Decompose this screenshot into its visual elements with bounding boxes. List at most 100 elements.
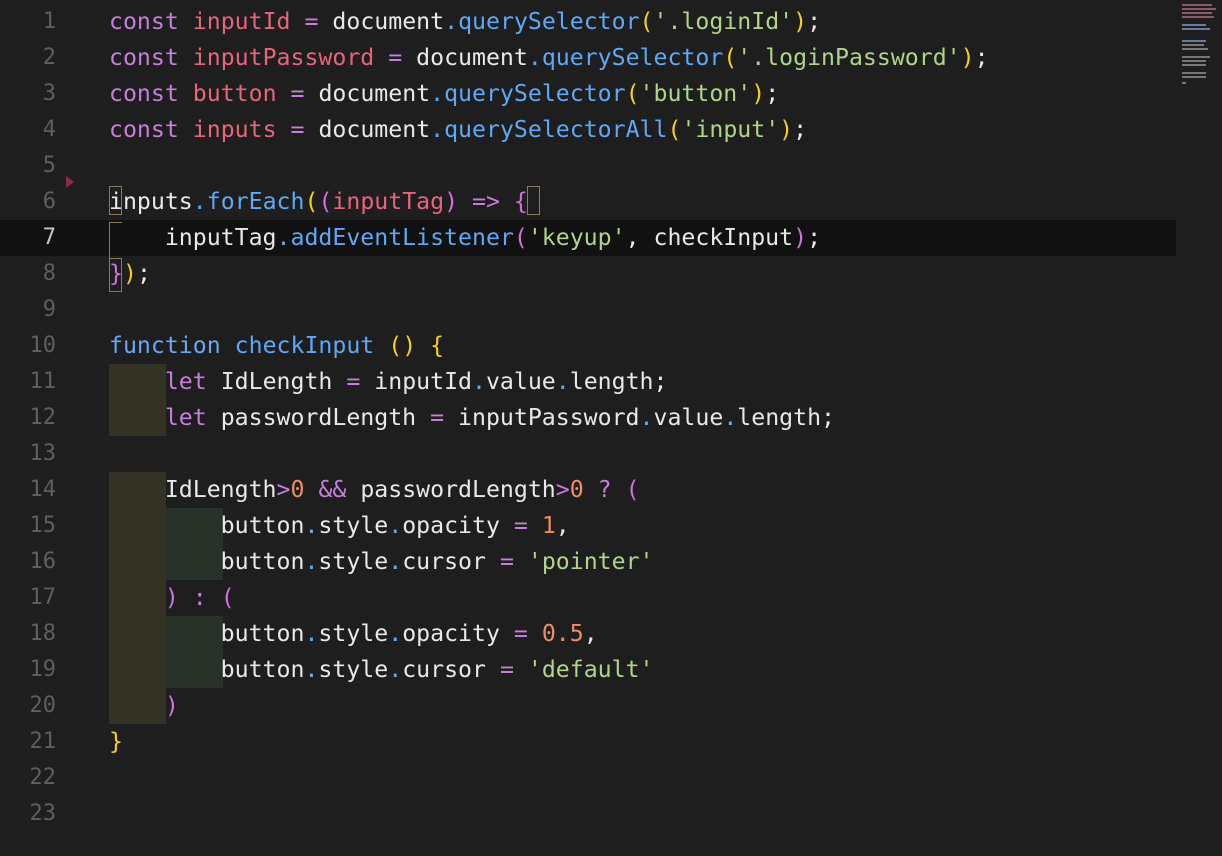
code-line[interactable]: 8}); — [0, 256, 1176, 292]
code-token: ) — [444, 188, 459, 215]
code-line[interactable]: 6 inputs.forEach((inputTag) => { — [0, 184, 1176, 220]
code-token: ( — [318, 188, 333, 215]
code-text[interactable]: function checkInput () { — [109, 328, 444, 364]
code-line[interactable]: 11 let IdLength = inputId.value.length; — [0, 364, 1176, 400]
line-number: 12 — [29, 405, 57, 430]
code-token: button — [109, 548, 305, 575]
line-number: 15 — [29, 513, 57, 538]
code-line[interactable]: 1 const inputId = document.querySelector(… — [0, 4, 1176, 40]
code-token: && — [318, 476, 347, 503]
code-token: ( — [220, 584, 235, 611]
code-text[interactable]: inputs.forEach((inputTag) => { — [109, 184, 528, 220]
code-line[interactable]: 5 — [0, 148, 1176, 184]
code-text[interactable]: IdLength>0 && passwordLength>0 ? ( — [109, 472, 640, 508]
code-token: forEach — [206, 188, 305, 215]
code-text[interactable]: } — [109, 724, 123, 760]
code-line[interactable]: 21} — [0, 724, 1176, 760]
code-token: style — [318, 620, 389, 647]
code-line[interactable]: 14 IdLength>0 && passwordLength>0 ? ( — [0, 472, 1176, 508]
code-token: ) — [793, 8, 808, 35]
code-token: . — [388, 548, 403, 575]
code-token: ; — [807, 224, 822, 251]
code-token: passwordLength — [346, 476, 556, 503]
code-line[interactable]: 13 — [0, 436, 1176, 472]
code-line[interactable]: 2 const inputPassword = document.querySel… — [0, 40, 1176, 76]
code-token: value — [485, 368, 556, 395]
code-token: button — [192, 80, 277, 107]
minimap[interactable] — [1182, 4, 1220, 88]
code-line[interactable]: 19 button.style.cursor = 'default' — [0, 652, 1176, 688]
code-line[interactable]: 20 ) — [0, 688, 1176, 724]
code-token: . — [192, 188, 207, 215]
code-token: 0 — [290, 476, 305, 503]
code-line[interactable]: 17 ) : ( — [0, 580, 1176, 616]
line-number: 6 — [42, 189, 56, 214]
code-text[interactable]: button.style.opacity = 1, — [109, 508, 570, 544]
code-token: = — [430, 404, 445, 431]
code-text[interactable]: button.style.cursor = 'pointer' — [109, 544, 654, 580]
code-line[interactable]: 23 — [0, 796, 1176, 832]
code-token: let — [164, 404, 207, 431]
code-token: inputTag — [109, 224, 277, 251]
code-token: > — [276, 476, 291, 503]
code-text[interactable]: ) : ( — [109, 580, 235, 616]
code-editor[interactable]: 1 const inputId = document.querySelector(… — [0, 0, 1222, 856]
code-token: querySelectorAll — [444, 116, 668, 143]
code-token: { — [430, 332, 445, 359]
code-line[interactable]: 4 const inputs = document.querySelectorAl… — [0, 112, 1176, 148]
code-text[interactable]: let passwordLength = inputPassword.value… — [109, 400, 835, 436]
code-token: ) — [122, 260, 137, 287]
code-line[interactable]: 9 — [0, 292, 1176, 328]
code-text[interactable]: button.style.opacity = 0.5, — [109, 616, 598, 652]
line-number: 2 — [42, 45, 56, 70]
code-token: 0.5 — [541, 620, 584, 647]
code-line[interactable]: 3 const button = document.querySelector('… — [0, 76, 1176, 112]
code-token: opacity — [402, 620, 514, 647]
code-token: inputTag — [332, 188, 445, 215]
code-token: '.loginId' — [653, 8, 794, 35]
code-token: button — [109, 512, 305, 539]
code-text[interactable]: const inputPassword = document.querySele… — [109, 40, 989, 76]
code-token: IdLength — [206, 368, 347, 395]
code-line[interactable]: 10 function checkInput () { — [0, 328, 1176, 364]
code-token: value — [653, 404, 724, 431]
line-number: 21 — [29, 729, 57, 754]
code-token: style — [318, 656, 389, 683]
code-text[interactable]: const inputId = document.querySelector('… — [109, 4, 821, 40]
code-token: ; — [974, 44, 989, 71]
code-token: = — [290, 80, 305, 107]
code-line[interactable]: 15 button.style.opacity = 1, — [0, 508, 1176, 544]
code-token: ( — [667, 116, 682, 143]
code-token: . — [388, 512, 403, 539]
line-number: 11 — [29, 369, 57, 394]
code-token: . — [388, 656, 403, 683]
code-token: IdLength — [109, 476, 277, 503]
code-token: ; — [136, 260, 151, 287]
code-line[interactable]: 7 inputTag.addEventListener('keyup', che… — [0, 220, 1176, 256]
code-text[interactable]: const inputs = document.querySelectorAll… — [109, 112, 807, 148]
code-token: = — [290, 116, 305, 143]
code-text[interactable]: let IdLength = inputId.value.length; — [109, 364, 668, 400]
code-line[interactable]: 12 let passwordLength = inputPassword.va… — [0, 400, 1176, 436]
code-text[interactable]: ) — [109, 688, 179, 724]
code-text[interactable]: button.style.cursor = 'default' — [109, 652, 654, 688]
code-line[interactable]: 22 — [0, 760, 1176, 796]
code-token: ? — [597, 476, 612, 503]
code-token: , — [583, 620, 598, 647]
line-number: 19 — [29, 657, 57, 682]
code-line[interactable]: 18 button.style.opacity = 0.5, — [0, 616, 1176, 652]
code-token: ) — [164, 584, 179, 611]
code-token: ) — [164, 692, 179, 719]
code-token: style — [318, 548, 389, 575]
code-token: const — [109, 44, 179, 71]
code-token: ( — [625, 476, 640, 503]
code-text[interactable]: const button = document.querySelector('b… — [109, 76, 779, 112]
code-token: . — [304, 548, 319, 575]
code-text[interactable]: inputTag.addEventListener('keyup', check… — [109, 220, 821, 256]
code-line[interactable]: 16 button.style.cursor = 'pointer' — [0, 544, 1176, 580]
